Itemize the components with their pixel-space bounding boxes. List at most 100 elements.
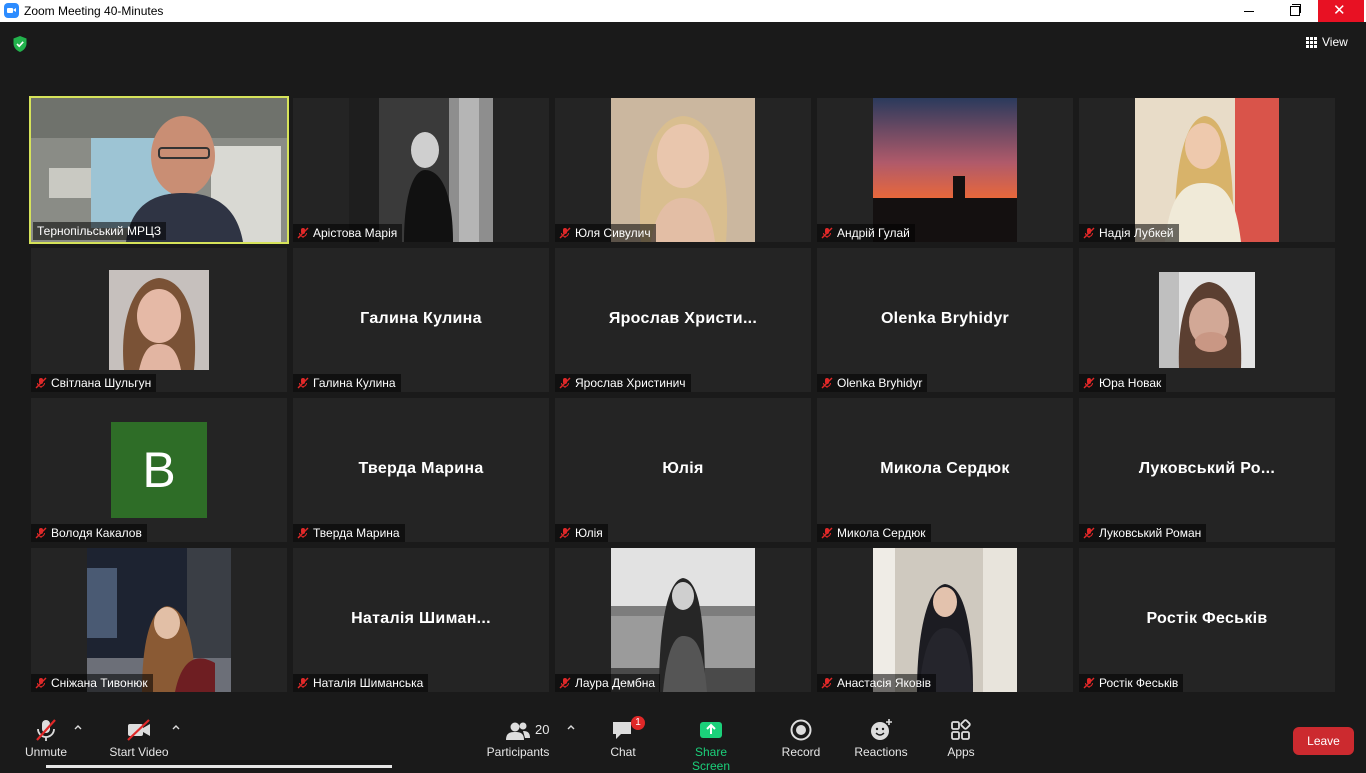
view-label: View [1322,35,1348,49]
muted-mic-icon [297,527,309,539]
participant-name: Володя Какалов [51,526,142,540]
participant-tile[interactable]: Анастасія Яковів [817,548,1073,692]
audio-options-caret-icon[interactable] [73,722,83,732]
start-video-button[interactable]: Start Video [106,718,172,759]
participant-name-label: Арістова Марія [293,224,403,242]
participant-name: Андрій Гулай [837,226,910,240]
participant-name-label: Світлана Шульгун [31,374,157,392]
reactions-label: Reactions [854,745,908,759]
participant-name: Сніжана Тивонюк [51,676,148,690]
participant-tile[interactable]: Андрій Гулай [817,98,1073,242]
participant-name: Луковський Роман [1099,526,1202,540]
participant-name-label: Андрій Гулай [817,224,915,242]
participant-display-name: Юлія [662,460,704,477]
unmute-button[interactable]: Unmute [22,718,70,759]
participant-name: Ростік Феськів [1099,676,1179,690]
participant-tile[interactable]: Луковський Ро... Луковський Роман [1079,398,1335,542]
participant-tile[interactable]: B Володя Какалов [31,398,287,542]
participant-name-label: Лаура Дембна [555,674,661,692]
restore-button[interactable] [1272,0,1318,22]
participant-tile[interactable]: Юра Новак [1079,248,1335,392]
participants-icon [506,722,530,740]
participant-name-label: Ярослав Христинич [555,374,691,392]
participant-tile[interactable]: Галина Кулина Галина Кулина [293,248,549,392]
participant-name: Наталія Шиманська [313,676,424,690]
participant-photo [349,98,493,242]
chat-button[interactable]: 1 Chat [605,716,645,759]
muted-mic-icon [1083,527,1095,539]
muted-mic-icon [297,377,309,389]
muted-mic-icon [821,527,833,539]
apps-label: Apps [947,745,975,759]
participant-name: Лаура Дембна [575,676,656,690]
gallery-view: Тернопільський МРЦЗ Арістова Марія Юля С… [29,96,1335,692]
participant-name: Анастасія Яковів [837,676,931,690]
participants-label: Participants [486,745,550,759]
participant-tile[interactable]: Микола Сердюк Микола Сердюк [817,398,1073,542]
participant-name: Юра Новак [1099,376,1162,390]
participant-name: Тернопільський МРЦЗ [37,224,162,238]
muted-mic-icon [35,677,47,689]
participant-name-label: Юра Новак [1079,374,1167,392]
chat-label: Chat [610,745,636,759]
muted-mic-icon [297,227,309,239]
participant-name: Микола Сердюк [837,526,926,540]
participant-avatar: B [111,422,207,518]
participant-name: Світлана Шульгун [51,376,152,390]
participant-tile[interactable]: Світлана Шульгун [31,248,287,392]
window-title: Zoom Meeting 40-Minutes [24,4,164,18]
participant-name: Галина Кулина [313,376,396,390]
share-screen-label: Share Screen [691,745,731,773]
participant-name-label: Галина Кулина [293,374,401,392]
minimize-button[interactable] [1226,0,1272,22]
video-off-icon [127,719,150,741]
participant-name-label: Наталія Шиманська [293,674,429,692]
participant-tile[interactable]: Надія Лубкей [1079,98,1335,242]
encryption-shield-icon[interactable] [12,35,28,58]
muted-mic-icon [821,227,833,239]
reactions-button[interactable]: Reactions [853,718,909,759]
participants-options-caret-icon[interactable] [566,722,576,732]
participant-tile[interactable]: Наталія Шиман... Наталія Шиманська [293,548,549,692]
participant-display-name: Галина Кулина [360,310,482,327]
leave-button[interactable]: Leave [1293,727,1354,755]
meeting-toolbar: Unmute Start Video Participants 20 1 Cha… [0,708,1366,773]
participant-tile[interactable]: Юлія Юлія [555,398,811,542]
participant-name: Юлія [575,526,603,540]
window-title-bar: Zoom Meeting 40-Minutes ✕ [0,0,1366,22]
chat-unread-badge: 1 [631,716,645,730]
participant-tile[interactable]: Ростік Феськів Ростік Феськів [1079,548,1335,692]
participant-tile[interactable]: Арістова Марія [293,98,549,242]
participant-name: Olenka Bryhidyr [837,376,923,390]
muted-mic-icon [559,677,571,689]
muted-microphone-icon [36,719,56,741]
muted-mic-icon [35,527,47,539]
participant-name-label: Анастасія Яковів [817,674,936,692]
participant-name-label: Тернопільський МРЦЗ [33,222,167,240]
participant-name-label: Володя Какалов [31,524,147,542]
participant-tile[interactable]: Ярослав Христи... Ярослав Христинич [555,248,811,392]
participant-tile[interactable]: Тверда Марина Тверда Марина [293,398,549,542]
participant-name-label: Юлія [555,524,608,542]
participant-name-label: Ростік Феськів [1079,674,1184,692]
participant-tile[interactable]: Лаура Дембна [555,548,811,692]
share-screen-icon [700,722,722,738]
participant-tile[interactable]: Сніжана Тивонюк [31,548,287,692]
apps-button[interactable]: Apps [943,718,979,759]
muted-mic-icon [35,377,47,389]
participant-photo [109,270,209,370]
participant-tile[interactable]: Olenka Bryhidyr Olenka Bryhidyr [817,248,1073,392]
video-options-caret-icon[interactable] [171,722,181,732]
start-video-label: Start Video [109,745,169,759]
record-label: Record [781,745,821,759]
participant-tile[interactable]: Юля Сивулич [555,98,811,242]
participant-name-label: Луковський Роман [1079,524,1207,542]
participant-name-label: Микола Сердюк [817,524,931,542]
participant-tile[interactable]: Тернопільський МРЦЗ [29,96,289,244]
view-button[interactable]: View [1306,35,1348,49]
record-button[interactable]: Record [780,718,822,759]
share-screen-button[interactable]: Share Screen [675,718,747,773]
participant-name: Надія Лубкей [1099,226,1174,240]
close-window-button[interactable]: ✕ [1318,0,1364,22]
participant-photo [87,548,231,692]
